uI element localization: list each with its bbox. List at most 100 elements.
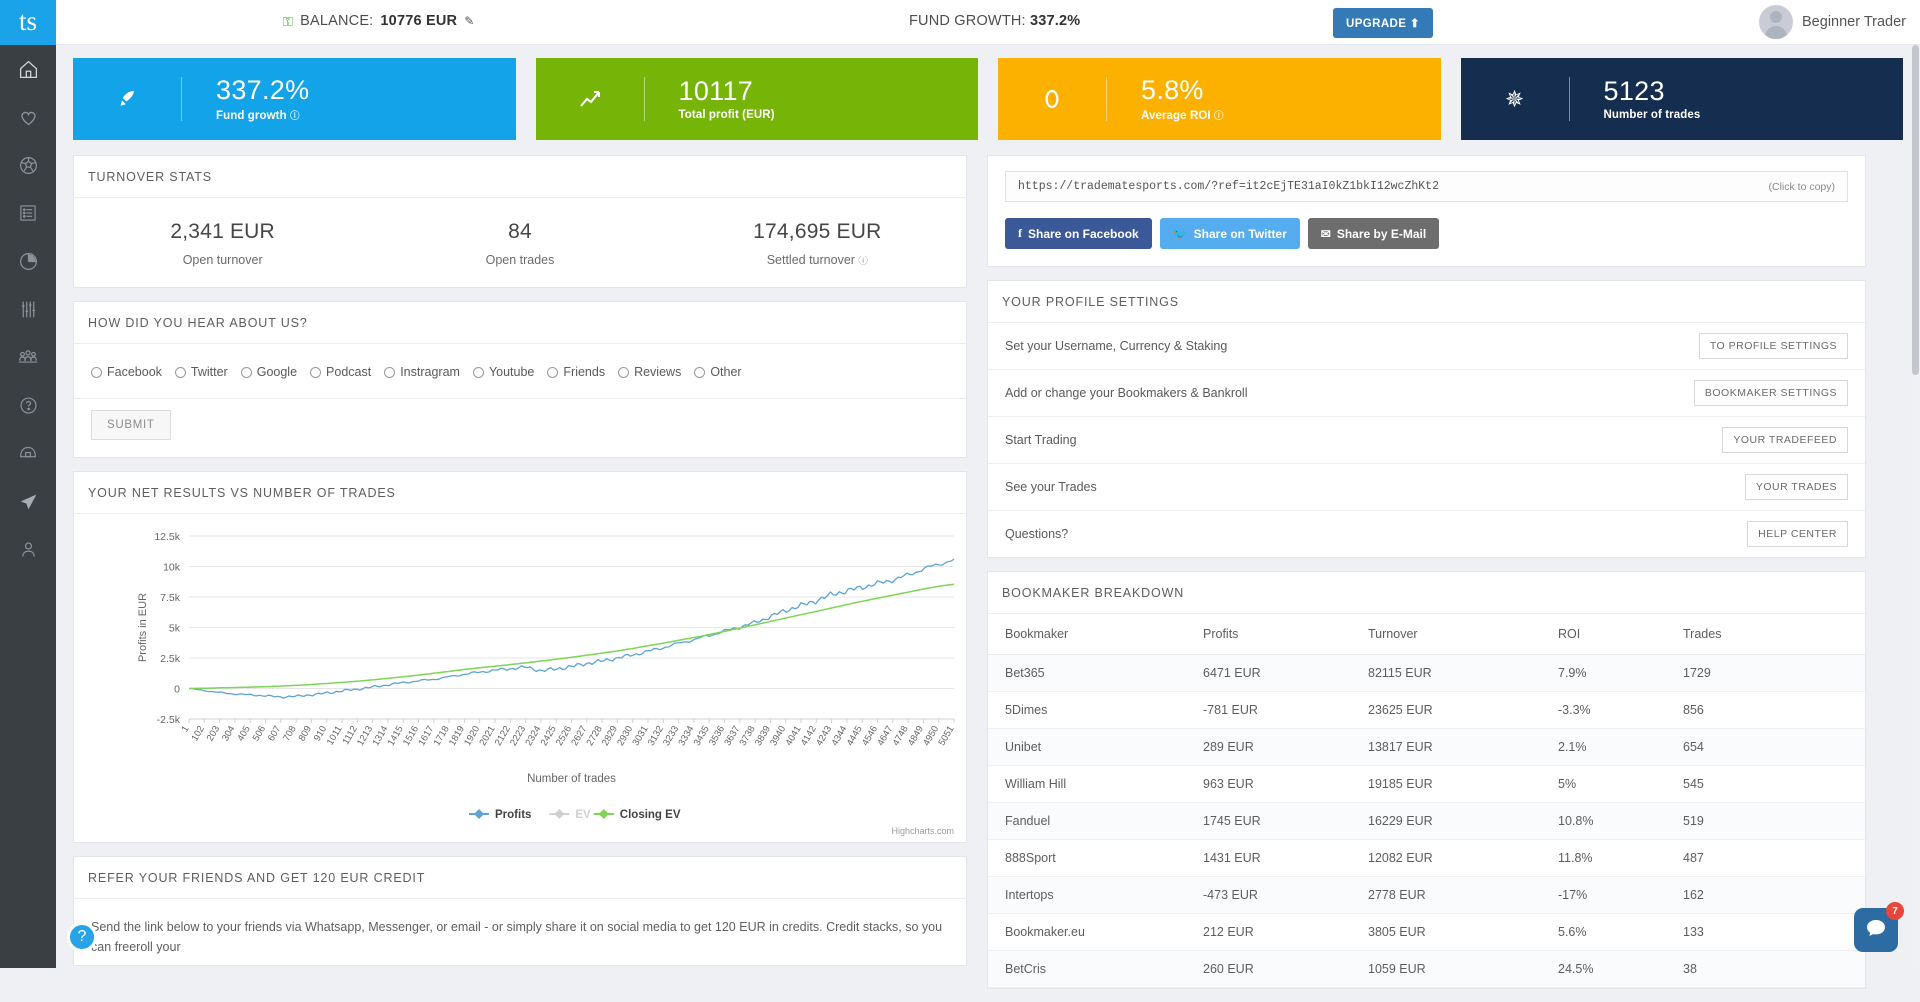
stat-card-fund-growth[interactable]: 337.2% Fund growth ⓘ — [73, 58, 516, 140]
to-profile-settings-button[interactable]: TO PROFILE SETTINGS — [1699, 333, 1848, 359]
table-cell: Bet365 — [988, 655, 1203, 692]
radio-circle-icon — [310, 367, 321, 378]
share-by-email-button[interactable]: ✉ Share by E-Mail — [1308, 218, 1439, 249]
sidebar-item-community[interactable] — [0, 333, 56, 381]
table-row[interactable]: 5Dimes-781 EUR23625 EUR-3.3%856 — [988, 692, 1865, 729]
table-row[interactable]: Intertops-473 EUR2778 EUR-17%162 — [988, 877, 1865, 914]
bookmaker-settings-button[interactable]: BOOKMAKER SETTINGS — [1694, 380, 1848, 406]
app-logo[interactable]: ts — [0, 0, 56, 45]
profile-settings-panel: YOUR PROFILE SETTINGS Set your Username,… — [987, 280, 1866, 558]
panel-title: YOUR PROFILE SETTINGS — [988, 281, 1865, 323]
user-menu[interactable]: Beginner Trader — [1759, 5, 1906, 39]
submit-button[interactable]: SUBMIT — [91, 410, 171, 440]
net-results-chart-panel: YOUR NET RESULTS VS NUMBER OF TRADES -2.… — [73, 471, 967, 843]
table-cell: 519 — [1683, 803, 1865, 840]
radio-reviews[interactable]: Reviews — [618, 365, 681, 379]
sidebar-item-messages[interactable] — [0, 477, 56, 525]
your-tradefeed-button[interactable]: YOUR TRADEFEED — [1722, 427, 1848, 453]
radio-friends[interactable]: Friends — [547, 365, 605, 379]
sidebar-item-account[interactable] — [0, 525, 56, 573]
sidebar-item-tradefeed[interactable] — [0, 189, 56, 237]
column-header-turnover[interactable]: Turnover — [1368, 614, 1558, 655]
svg-text:Number of trades: Number of trades — [527, 773, 616, 785]
table-cell: 5.6% — [1558, 914, 1683, 951]
svg-text:708: 708 — [281, 724, 298, 743]
table-cell: 3805 EUR — [1368, 914, 1558, 951]
click-to-copy-label: (Click to copy) — [1768, 181, 1835, 193]
radio-youtube[interactable]: Youtube — [473, 365, 534, 379]
sidebar-item-home[interactable] — [0, 45, 56, 93]
table-row[interactable]: Bet3656471 EUR82115 EUR7.9%1729 — [988, 655, 1865, 692]
radio-facebook[interactable]: Facebook — [91, 365, 162, 379]
turnover-value: 84 — [371, 220, 668, 244]
your-trades-button[interactable]: YOUR TRADES — [1745, 474, 1848, 500]
balance-label: BALANCE: — [300, 13, 373, 29]
table-cell: 11.8% — [1558, 840, 1683, 877]
pencil-icon[interactable]: ✎ — [464, 14, 474, 28]
table-cell: Bookmaker.eu — [988, 914, 1203, 951]
share-on-facebook-button[interactable]: f Share on Facebook — [1005, 218, 1152, 249]
stat-card-average-roi[interactable]: 5.8% Average ROI ⓘ — [998, 58, 1441, 140]
chat-widget-button[interactable]: 7 — [1854, 908, 1898, 952]
radio-label: Podcast — [326, 365, 371, 379]
table-row[interactable]: Fanduel1745 EUR16229 EUR10.8%519 — [988, 803, 1865, 840]
table-cell: 6471 EUR — [1203, 655, 1368, 692]
stat-cards: 337.2% Fund growth ⓘ 10117 Total profit … — [56, 45, 1920, 140]
help-center-button[interactable]: HELP CENTER — [1747, 521, 1848, 547]
column-header-bookmaker[interactable]: Bookmaker — [988, 614, 1203, 655]
column-header-trades[interactable]: Trades — [1683, 614, 1865, 655]
radio-google[interactable]: Google — [241, 365, 297, 379]
help-icon[interactable]: ⓘ — [858, 256, 868, 267]
refer-body-text: Send the link below to your friends via … — [74, 899, 966, 957]
bookmaker-table: Bookmaker Profits Turnover ROI Trades Be… — [988, 614, 1865, 988]
page-scrollbar[interactable] — [1911, 45, 1920, 968]
upgrade-button[interactable]: UPGRADE ⬆ — [1333, 8, 1433, 38]
help-icon[interactable]: ⓘ — [290, 111, 300, 122]
sidebar-item-academy[interactable] — [0, 429, 56, 477]
column-header-profits[interactable]: Profits — [1203, 614, 1368, 655]
referral-url-field[interactable]: https://tradematesports.com/?ref=it2cEjT… — [1005, 171, 1848, 202]
radio-circle-icon — [694, 367, 705, 378]
sidebar-item-sports[interactable] — [0, 141, 56, 189]
referral-url-text: https://tradematesports.com/?ref=it2cEjT… — [1018, 180, 1439, 193]
table-cell: 5Dimes — [988, 692, 1203, 729]
fund-growth-display: FUND GROWTH: 337.2% — [909, 13, 1080, 29]
table-cell: 856 — [1683, 692, 1865, 729]
stat-card-number-of-trades[interactable]: ✵ 5123 Number of trades — [1461, 58, 1904, 140]
table-cell: -781 EUR — [1203, 692, 1368, 729]
scrollbar-thumb[interactable] — [1912, 45, 1919, 375]
help-icon[interactable]: ⓘ — [1214, 111, 1224, 122]
table-row[interactable]: Unibet289 EUR13817 EUR2.1%654 — [988, 729, 1865, 766]
sidebar-item-favourites[interactable] — [0, 93, 56, 141]
panel-title: YOUR NET RESULTS VS NUMBER OF TRADES — [74, 472, 966, 514]
svg-text:1011: 1011 — [325, 724, 345, 747]
radio-podcast[interactable]: Podcast — [310, 365, 371, 379]
help-bubble-button[interactable]: ? — [67, 922, 97, 952]
wifi-icon: ⚿ — [283, 15, 293, 28]
table-row[interactable]: William Hill963 EUR19185 EUR5%545 — [988, 766, 1865, 803]
radio-label: Google — [257, 365, 297, 379]
radio-twitter[interactable]: Twitter — [175, 365, 228, 379]
sidebar-item-help[interactable] — [0, 381, 56, 429]
card-label: Total profit (EUR) — [679, 109, 775, 121]
svg-text:Profits: Profits — [495, 809, 531, 821]
table-row[interactable]: 888Sport1431 EUR12082 EUR11.8%487 — [988, 840, 1865, 877]
chart-container[interactable]: -2.5k02.5k5k7.5k10k12.5kProfits in EUR11… — [74, 514, 966, 842]
svg-text:Closing EV: Closing EV — [620, 809, 681, 821]
sidebar-item-sliders[interactable] — [0, 285, 56, 333]
sidebar-item-statistics[interactable] — [0, 237, 56, 285]
radio-other[interactable]: Other — [694, 365, 741, 379]
svg-text:0: 0 — [174, 684, 180, 696]
content-columns: TURNOVER STATS 2,341 EUR Open turnover 8… — [56, 140, 1920, 1002]
column-header-roi[interactable]: ROI — [1558, 614, 1683, 655]
stat-card-total-profit[interactable]: 10117 Total profit (EUR) — [536, 58, 979, 140]
table-row[interactable]: Bookmaker.eu212 EUR3805 EUR5.6%133 — [988, 914, 1865, 951]
highcharts-credit[interactable]: Highcharts.com — [891, 826, 954, 836]
right-column: https://tradematesports.com/?ref=it2cEjT… — [987, 155, 1866, 1002]
radio-instragram[interactable]: Instragram — [384, 365, 460, 379]
share-on-twitter-button[interactable]: 🐦 Share on Twitter — [1160, 218, 1300, 249]
table-row[interactable]: BetCris260 EUR1059 EUR24.5%38 — [988, 951, 1865, 988]
fund-growth-label: FUND GROWTH: — [909, 13, 1026, 29]
home-icon — [18, 59, 39, 80]
pie-chart-icon — [18, 251, 39, 272]
